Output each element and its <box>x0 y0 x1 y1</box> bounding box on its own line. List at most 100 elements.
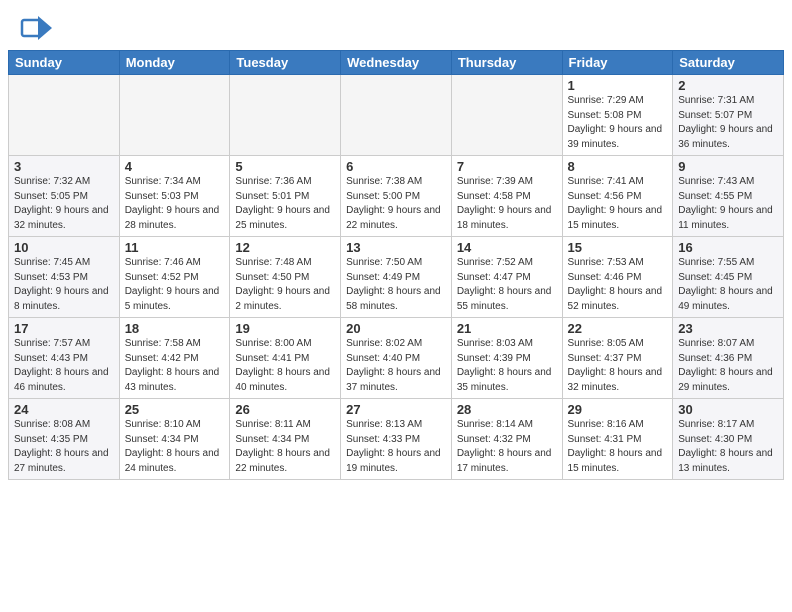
day-info: Sunrise: 8:00 AM Sunset: 4:41 PM Dayligh… <box>235 337 335 395</box>
day-info: Sunrise: 8:13 AM Sunset: 4:33 PM Dayligh… <box>346 418 446 476</box>
day-number: 2 <box>678 78 778 93</box>
day-info: Sunrise: 7:53 AM Sunset: 4:46 PM Dayligh… <box>568 256 668 314</box>
day-number: 30 <box>678 402 778 417</box>
logo <box>18 10 56 46</box>
day-info: Sunrise: 7:45 AM Sunset: 4:53 PM Dayligh… <box>14 256 114 314</box>
calendar-cell: 3Sunrise: 7:32 AM Sunset: 5:05 PM Daylig… <box>9 156 120 237</box>
calendar-table: SundayMondayTuesdayWednesdayThursdayFrid… <box>8 50 784 480</box>
logo-icon <box>18 10 54 46</box>
calendar-wrapper: SundayMondayTuesdayWednesdayThursdayFrid… <box>0 50 792 480</box>
calendar-cell: 27Sunrise: 8:13 AM Sunset: 4:33 PM Dayli… <box>341 399 452 480</box>
calendar-cell: 24Sunrise: 8:08 AM Sunset: 4:35 PM Dayli… <box>9 399 120 480</box>
calendar-cell <box>230 75 341 156</box>
day-info: Sunrise: 8:16 AM Sunset: 4:31 PM Dayligh… <box>568 418 668 476</box>
day-number: 22 <box>568 321 668 336</box>
calendar-cell: 14Sunrise: 7:52 AM Sunset: 4:47 PM Dayli… <box>451 237 562 318</box>
day-info: Sunrise: 8:14 AM Sunset: 4:32 PM Dayligh… <box>457 418 557 476</box>
day-info: Sunrise: 7:58 AM Sunset: 4:42 PM Dayligh… <box>125 337 225 395</box>
calendar-cell: 25Sunrise: 8:10 AM Sunset: 4:34 PM Dayli… <box>119 399 230 480</box>
calendar-cell: 21Sunrise: 8:03 AM Sunset: 4:39 PM Dayli… <box>451 318 562 399</box>
day-info: Sunrise: 7:38 AM Sunset: 5:00 PM Dayligh… <box>346 175 446 233</box>
calendar-cell: 16Sunrise: 7:55 AM Sunset: 4:45 PM Dayli… <box>673 237 784 318</box>
day-info: Sunrise: 7:48 AM Sunset: 4:50 PM Dayligh… <box>235 256 335 314</box>
calendar-cell: 17Sunrise: 7:57 AM Sunset: 4:43 PM Dayli… <box>9 318 120 399</box>
calendar-cell: 2Sunrise: 7:31 AM Sunset: 5:07 PM Daylig… <box>673 75 784 156</box>
day-info: Sunrise: 7:34 AM Sunset: 5:03 PM Dayligh… <box>125 175 225 233</box>
header <box>0 0 792 50</box>
calendar-cell: 22Sunrise: 8:05 AM Sunset: 4:37 PM Dayli… <box>562 318 673 399</box>
weekday-header: Friday <box>562 51 673 75</box>
day-number: 16 <box>678 240 778 255</box>
day-number: 19 <box>235 321 335 336</box>
day-info: Sunrise: 8:17 AM Sunset: 4:30 PM Dayligh… <box>678 418 778 476</box>
day-info: Sunrise: 7:29 AM Sunset: 5:08 PM Dayligh… <box>568 94 668 152</box>
calendar-cell: 11Sunrise: 7:46 AM Sunset: 4:52 PM Dayli… <box>119 237 230 318</box>
calendar-cell: 30Sunrise: 8:17 AM Sunset: 4:30 PM Dayli… <box>673 399 784 480</box>
calendar-cell: 26Sunrise: 8:11 AM Sunset: 4:34 PM Dayli… <box>230 399 341 480</box>
day-number: 7 <box>457 159 557 174</box>
day-number: 17 <box>14 321 114 336</box>
day-number: 12 <box>235 240 335 255</box>
day-number: 3 <box>14 159 114 174</box>
day-number: 29 <box>568 402 668 417</box>
calendar-cell <box>451 75 562 156</box>
day-number: 13 <box>346 240 446 255</box>
calendar-cell: 5Sunrise: 7:36 AM Sunset: 5:01 PM Daylig… <box>230 156 341 237</box>
day-info: Sunrise: 8:11 AM Sunset: 4:34 PM Dayligh… <box>235 418 335 476</box>
calendar-cell: 8Sunrise: 7:41 AM Sunset: 4:56 PM Daylig… <box>562 156 673 237</box>
day-number: 5 <box>235 159 335 174</box>
calendar-cell: 10Sunrise: 7:45 AM Sunset: 4:53 PM Dayli… <box>9 237 120 318</box>
calendar-cell: 23Sunrise: 8:07 AM Sunset: 4:36 PM Dayli… <box>673 318 784 399</box>
day-info: Sunrise: 7:36 AM Sunset: 5:01 PM Dayligh… <box>235 175 335 233</box>
day-number: 1 <box>568 78 668 93</box>
calendar-cell <box>119 75 230 156</box>
calendar-cell: 1Sunrise: 7:29 AM Sunset: 5:08 PM Daylig… <box>562 75 673 156</box>
day-number: 6 <box>346 159 446 174</box>
calendar-cell <box>9 75 120 156</box>
day-number: 18 <box>125 321 225 336</box>
day-info: Sunrise: 8:07 AM Sunset: 4:36 PM Dayligh… <box>678 337 778 395</box>
day-info: Sunrise: 7:52 AM Sunset: 4:47 PM Dayligh… <box>457 256 557 314</box>
day-number: 11 <box>125 240 225 255</box>
day-info: Sunrise: 7:31 AM Sunset: 5:07 PM Dayligh… <box>678 94 778 152</box>
day-info: Sunrise: 7:43 AM Sunset: 4:55 PM Dayligh… <box>678 175 778 233</box>
day-number: 25 <box>125 402 225 417</box>
day-number: 8 <box>568 159 668 174</box>
calendar-cell <box>341 75 452 156</box>
calendar-cell: 29Sunrise: 8:16 AM Sunset: 4:31 PM Dayli… <box>562 399 673 480</box>
day-info: Sunrise: 8:05 AM Sunset: 4:37 PM Dayligh… <box>568 337 668 395</box>
day-number: 4 <box>125 159 225 174</box>
calendar-week-row: 3Sunrise: 7:32 AM Sunset: 5:05 PM Daylig… <box>9 156 784 237</box>
day-info: Sunrise: 7:55 AM Sunset: 4:45 PM Dayligh… <box>678 256 778 314</box>
calendar-week-row: 17Sunrise: 7:57 AM Sunset: 4:43 PM Dayli… <box>9 318 784 399</box>
day-number: 21 <box>457 321 557 336</box>
calendar-week-row: 24Sunrise: 8:08 AM Sunset: 4:35 PM Dayli… <box>9 399 784 480</box>
day-number: 14 <box>457 240 557 255</box>
calendar-cell: 19Sunrise: 8:00 AM Sunset: 4:41 PM Dayli… <box>230 318 341 399</box>
calendar-cell: 15Sunrise: 7:53 AM Sunset: 4:46 PM Dayli… <box>562 237 673 318</box>
calendar-week-row: 1Sunrise: 7:29 AM Sunset: 5:08 PM Daylig… <box>9 75 784 156</box>
weekday-header: Wednesday <box>341 51 452 75</box>
weekday-header: Thursday <box>451 51 562 75</box>
day-info: Sunrise: 7:46 AM Sunset: 4:52 PM Dayligh… <box>125 256 225 314</box>
weekday-header: Monday <box>119 51 230 75</box>
day-info: Sunrise: 7:50 AM Sunset: 4:49 PM Dayligh… <box>346 256 446 314</box>
calendar-cell: 6Sunrise: 7:38 AM Sunset: 5:00 PM Daylig… <box>341 156 452 237</box>
day-number: 15 <box>568 240 668 255</box>
calendar-cell: 18Sunrise: 7:58 AM Sunset: 4:42 PM Dayli… <box>119 318 230 399</box>
day-info: Sunrise: 8:03 AM Sunset: 4:39 PM Dayligh… <box>457 337 557 395</box>
calendar-cell: 28Sunrise: 8:14 AM Sunset: 4:32 PM Dayli… <box>451 399 562 480</box>
page-container: SundayMondayTuesdayWednesdayThursdayFrid… <box>0 0 792 612</box>
day-number: 23 <box>678 321 778 336</box>
weekday-header: Sunday <box>9 51 120 75</box>
day-info: Sunrise: 8:08 AM Sunset: 4:35 PM Dayligh… <box>14 418 114 476</box>
calendar-cell: 12Sunrise: 7:48 AM Sunset: 4:50 PM Dayli… <box>230 237 341 318</box>
day-info: Sunrise: 7:39 AM Sunset: 4:58 PM Dayligh… <box>457 175 557 233</box>
calendar-week-row: 10Sunrise: 7:45 AM Sunset: 4:53 PM Dayli… <box>9 237 784 318</box>
day-number: 9 <box>678 159 778 174</box>
weekday-header: Tuesday <box>230 51 341 75</box>
day-number: 20 <box>346 321 446 336</box>
calendar-cell: 4Sunrise: 7:34 AM Sunset: 5:03 PM Daylig… <box>119 156 230 237</box>
calendar-cell: 20Sunrise: 8:02 AM Sunset: 4:40 PM Dayli… <box>341 318 452 399</box>
day-info: Sunrise: 8:02 AM Sunset: 4:40 PM Dayligh… <box>346 337 446 395</box>
